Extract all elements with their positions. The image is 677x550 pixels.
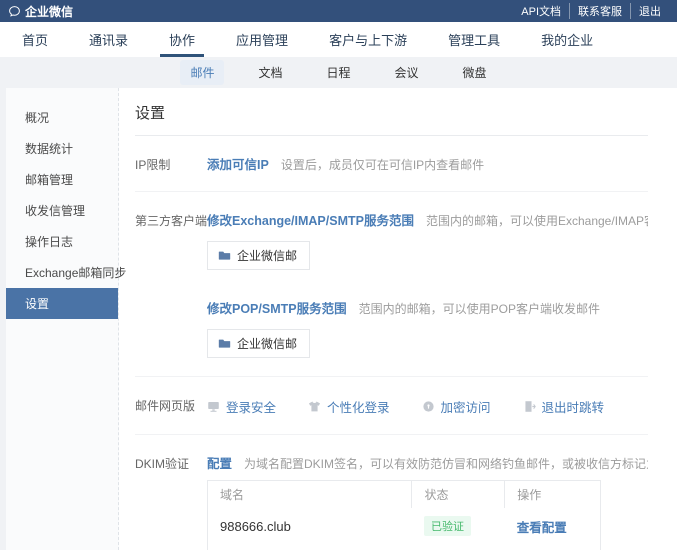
main-panel: 概况 数据统计 邮箱管理 收发信管理 操作日志 Exchange邮箱同步 设置 …	[6, 88, 677, 550]
lock-circle-icon	[422, 400, 435, 413]
sidebar-item-settings[interactable]: 设置	[6, 288, 118, 319]
column-header-action: 操作	[505, 481, 601, 509]
table-header-row: 域名 状态 操作	[208, 481, 601, 509]
subtabs: 邮件 文档 日程 会议 微盘	[0, 57, 677, 88]
nav-item-contacts[interactable]: 通讯录	[89, 22, 128, 57]
logout-redirect-link[interactable]: 退出时跳转	[523, 397, 605, 416]
section-label: DKIM验证	[135, 453, 207, 550]
view-config-link[interactable]: 查看配置	[517, 521, 567, 535]
sidebar: 概况 数据统计 邮箱管理 收发信管理 操作日志 Exchange邮箱同步 设置	[6, 88, 119, 550]
logout-link[interactable]: 退出	[630, 3, 669, 19]
app-logo[interactable]: 企业微信	[8, 3, 73, 20]
ip-limit-description: 设置后，成员仅可在可信IP内查看邮件	[281, 156, 484, 173]
nav-item-customers[interactable]: 客户与上下游	[329, 22, 407, 57]
section-label: 邮件网页版	[135, 395, 207, 416]
sidebar-item-overview[interactable]: 概况	[6, 102, 118, 133]
tab-meeting[interactable]: 会议	[385, 60, 429, 85]
page-title: 设置	[135, 100, 648, 136]
exit-icon	[523, 400, 536, 413]
folder-icon	[218, 337, 231, 350]
nav-item-home[interactable]: 首页	[22, 22, 48, 57]
dkim-domain-table: 域名 状态 操作 988666.club 已验证 查看配置	[207, 480, 601, 550]
chat-bubble-logo-icon	[8, 5, 21, 18]
section-label: 第三方客户端	[135, 210, 207, 358]
section-ip-limit: IP限制 添加可信IP 设置后，成员仅可在可信IP内查看邮件	[135, 136, 648, 192]
tab-mail[interactable]: 邮件	[180, 60, 224, 85]
encrypted-access-link[interactable]: 加密访问	[422, 397, 491, 416]
folder-icon	[218, 249, 231, 262]
pop-scope-description: 范围内的邮箱，可以使用POP客户端收发邮件	[359, 300, 600, 317]
sidebar-item-mailbox-management[interactable]: 邮箱管理	[6, 164, 118, 195]
dkim-configure-link[interactable]: 配置	[207, 453, 232, 472]
tab-drive[interactable]: 微盘	[453, 60, 497, 85]
scope-tag-label: 企业微信邮	[237, 247, 297, 264]
personalized-login-link[interactable]: 个性化登录	[308, 397, 390, 416]
web-link-label: 登录安全	[226, 397, 276, 416]
nav-item-app-management[interactable]: 应用管理	[236, 22, 288, 57]
workspace: 邮件 文档 日程 会议 微盘 概况 数据统计 邮箱管理 收发信管理 操作日志 E…	[0, 57, 677, 550]
web-link-label: 个性化登录	[327, 397, 390, 416]
sidebar-item-send-receive[interactable]: 收发信管理	[6, 195, 118, 226]
pop-scope-tag[interactable]: 企业微信邮	[207, 329, 310, 358]
nav-item-my-company[interactable]: 我的企业	[541, 22, 593, 57]
column-header-domain: 域名	[208, 481, 412, 509]
domain-cell: 988666.club	[208, 508, 412, 544]
domain-cell: sjdhgfdk.com	[208, 544, 412, 550]
table-row: sjdhgfdk.com 验证中 查看配置	[208, 544, 601, 550]
exchange-scope-description: 范围内的邮箱，可以使用Exchange/IMAP客户端收发邮件	[426, 212, 648, 229]
api-docs-link[interactable]: API文档	[513, 3, 569, 19]
add-trusted-ip-link[interactable]: 添加可信IP	[207, 154, 269, 173]
section-label: IP限制	[135, 154, 207, 173]
modify-exchange-scope-link[interactable]: 修改Exchange/IMAP/SMTP服务范围	[207, 210, 414, 229]
tshirt-icon	[308, 400, 321, 413]
brand-text: 企业微信	[25, 3, 73, 20]
login-security-link[interactable]: 登录安全	[207, 397, 276, 416]
status-badge-verified: 已验证	[424, 516, 471, 536]
contact-support-link[interactable]: 联系客服	[569, 3, 630, 19]
modify-pop-scope-link[interactable]: 修改POP/SMTP服务范围	[207, 298, 347, 317]
section-third-party-clients: 第三方客户端 修改Exchange/IMAP/SMTP服务范围 范围内的邮箱，可…	[135, 192, 648, 377]
web-link-label: 退出时跳转	[542, 397, 605, 416]
topbar-links: API文档 联系客服 退出	[513, 3, 669, 19]
sidebar-item-operation-log[interactable]: 操作日志	[6, 226, 118, 257]
nav-item-admin-tools[interactable]: 管理工具	[448, 22, 500, 57]
column-header-status: 状态	[412, 481, 505, 509]
sidebar-item-exchange-sync[interactable]: Exchange邮箱同步	[6, 257, 118, 288]
section-dkim: DKIM验证 配置 为域名配置DKIM签名，可以有效防范仿冒和网络钓鱼邮件，或被…	[135, 435, 648, 550]
topbar: 企业微信 API文档 联系客服 退出	[0, 0, 677, 22]
primary-nav: 首页 通讯录 协作 应用管理 客户与上下游 管理工具 我的企业	[0, 22, 677, 57]
section-webmail: 邮件网页版 登录安全 个性化登录	[135, 377, 648, 435]
nav-item-collaboration[interactable]: 协作	[169, 22, 195, 57]
dkim-description: 为域名配置DKIM签名，可以有效防范仿冒和网络钓鱼邮件，或被收信方标记为垃圾邮件	[244, 455, 648, 472]
sidebar-item-statistics[interactable]: 数据统计	[6, 133, 118, 164]
settings-content: 设置 IP限制 添加可信IP 设置后，成员仅可在可信IP内查看邮件 第三方客户端…	[119, 88, 677, 550]
scope-tag-label: 企业微信邮	[237, 335, 297, 352]
exchange-scope-tag[interactable]: 企业微信邮	[207, 241, 310, 270]
table-row: 988666.club 已验证 查看配置	[208, 508, 601, 544]
web-link-label: 加密访问	[441, 397, 491, 416]
tab-docs[interactable]: 文档	[248, 60, 292, 85]
monitor-icon	[207, 400, 220, 413]
tab-calendar[interactable]: 日程	[316, 60, 360, 85]
